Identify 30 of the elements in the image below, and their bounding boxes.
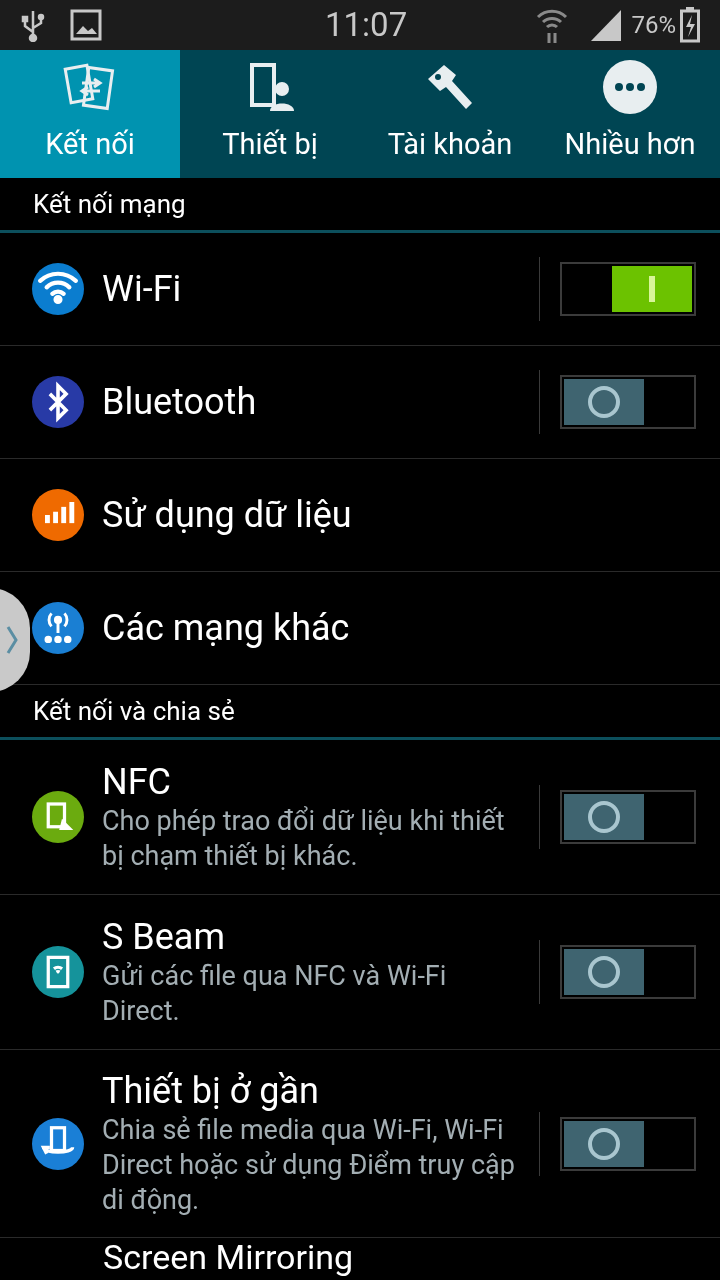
battery-charging-icon: [680, 7, 700, 43]
signal-icon: [589, 8, 624, 42]
usb-icon: [20, 8, 46, 42]
setting-title[interactable]: Thiết bị ở gần: [102, 1069, 525, 1113]
setting-description: Chia sẻ file media qua Wi-Fi, Wi-Fi Direct hoặc sử dụng Điểm truy cập di động.: [102, 1113, 516, 1218]
setting-title[interactable]: NFC: [102, 760, 525, 804]
toggle-switch[interactable]: [560, 945, 696, 999]
section-header: Kết nối mạng: [33, 187, 186, 221]
more-icon: [602, 58, 658, 115]
setting-title[interactable]: Sử dụng dữ liệu: [102, 493, 682, 537]
clock-time: 11:07: [325, 4, 408, 47]
section-header: Kết nối và chia sẻ: [33, 694, 235, 728]
image-icon: [70, 9, 102, 41]
toggle-switch[interactable]: [560, 375, 696, 429]
tab[interactable]: Tài khoản: [360, 50, 540, 178]
setting-description: Cho phép trao đổi dữ liệu khi thiết bị chạm thiết bị khác.: [102, 804, 506, 874]
toggle-switch[interactable]: [560, 1116, 696, 1171]
tab[interactable]: Nhiều hơn: [540, 50, 720, 178]
tab[interactable]: Thiết bị: [180, 50, 360, 178]
tab[interactable]: Kết nối: [0, 50, 180, 178]
setting-description: Gửi các file qua NFC và Wi-Fi Direct.: [102, 959, 448, 1029]
setting-title[interactable]: Screen Mirroring: [103, 1237, 354, 1277]
battery-percent: 76%: [631, 10, 676, 41]
toggle-switch[interactable]: [560, 790, 696, 844]
setting-title[interactable]: S Beam: [102, 915, 525, 959]
setting-title[interactable]: Wi-Fi: [102, 267, 525, 311]
toggle-switch[interactable]: [560, 262, 696, 316]
setting-title[interactable]: Các mạng khác: [102, 606, 682, 650]
setting-title[interactable]: Bluetooth: [102, 380, 525, 424]
chevron-right-icon: [6, 625, 18, 655]
